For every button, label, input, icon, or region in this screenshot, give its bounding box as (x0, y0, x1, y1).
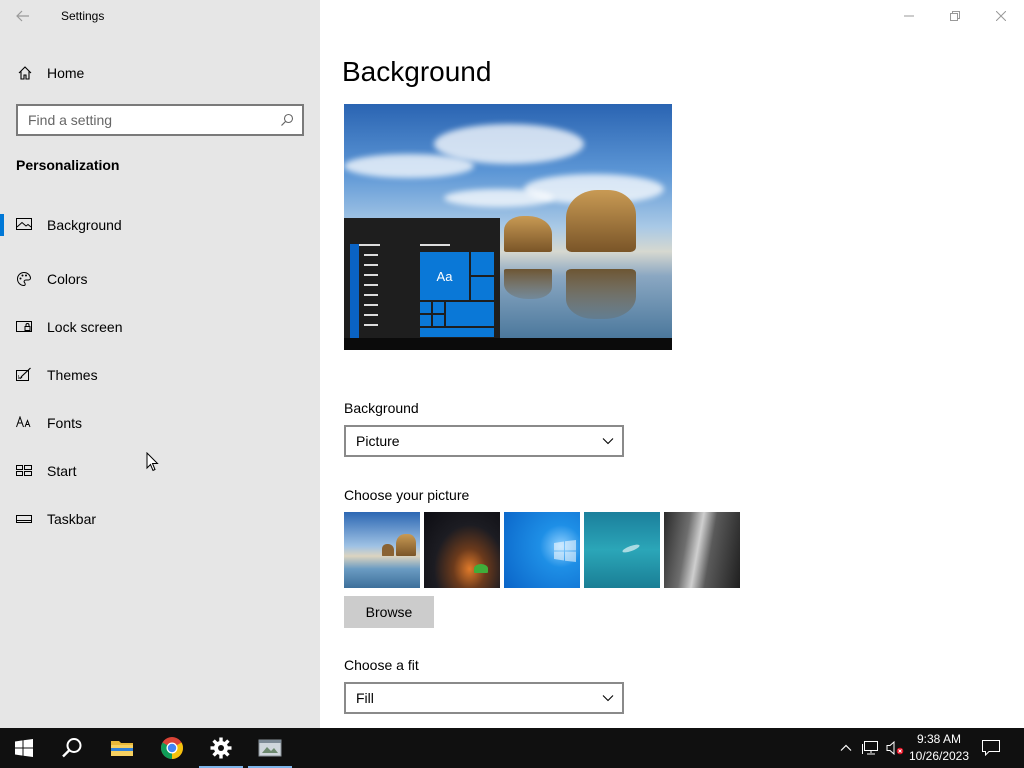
sidebar: Settings Home Personalization Background… (0, 0, 320, 728)
chevron-down-icon (602, 695, 614, 702)
network-button[interactable] (860, 728, 882, 768)
background-type-dropdown[interactable]: Picture (344, 425, 624, 457)
sidebar-item-label: Themes (47, 367, 98, 383)
taskbar-icon (0, 513, 47, 525)
minimize-icon (904, 15, 914, 17)
home-nav-item[interactable]: Home (0, 59, 320, 87)
back-button[interactable] (0, 0, 46, 32)
app-taskbar-button[interactable] (246, 728, 294, 768)
themes-icon (0, 367, 47, 383)
network-icon (862, 741, 878, 755)
clock[interactable]: 9:38 AM 10/26/2023 (900, 731, 978, 765)
palette-icon (0, 271, 47, 287)
picture-thumbnail[interactable] (344, 512, 420, 588)
home-icon (0, 65, 47, 81)
chevron-up-icon (840, 744, 852, 751)
chrome-icon (161, 737, 183, 759)
search-box[interactable] (16, 104, 304, 136)
fit-value: Fill (356, 690, 374, 706)
clock-date: 10/26/2023 (908, 749, 970, 763)
picture-thumbnail[interactable] (664, 512, 740, 588)
search-icon[interactable] (280, 113, 294, 127)
restore-icon (950, 11, 960, 21)
background-type-value: Picture (356, 433, 400, 449)
action-center-button[interactable] (978, 728, 1004, 768)
clock-time: 9:38 AM (916, 732, 962, 746)
choose-picture-label: Choose your picture (344, 487, 470, 503)
sidebar-item-label: Background (47, 217, 122, 233)
sidebar-item-start[interactable]: Start (0, 447, 320, 495)
back-arrow-icon (16, 10, 29, 22)
windows-logo-icon (15, 739, 33, 757)
personalization-nav: Background Colors Lock screen Themes Fon… (0, 207, 320, 543)
sidebar-item-label: Taskbar (47, 511, 97, 527)
sidebar-item-label: Colors (47, 271, 88, 287)
picture-thumbnails (344, 512, 740, 588)
choose-fit-label: Choose a fit (344, 657, 419, 673)
show-hidden-icons-button[interactable] (836, 728, 856, 768)
browse-button[interactable]: Browse (344, 596, 434, 628)
picture-icon (0, 217, 47, 231)
sidebar-item-label: Fonts (47, 415, 83, 431)
start-menu-icon (0, 464, 47, 478)
page-title: Background (342, 56, 492, 87)
sidebar-item-lock-screen[interactable]: Lock screen (0, 303, 320, 351)
file-explorer-icon (111, 741, 133, 756)
taskbar: 9:38 AM 10/26/2023 (0, 728, 1024, 768)
minimize-button[interactable] (886, 0, 932, 32)
search-input[interactable] (28, 112, 268, 128)
background-preview: Aa (344, 104, 672, 350)
picture-thumbnail[interactable] (584, 512, 660, 588)
fit-dropdown[interactable]: Fill (344, 682, 624, 714)
picture-thumbnail[interactable] (504, 512, 580, 588)
sidebar-item-themes[interactable]: Themes (0, 351, 320, 399)
section-title: Personalization (16, 157, 120, 173)
app-icon (258, 739, 282, 757)
start-menu-preview: Aa (344, 218, 500, 338)
start-button[interactable] (0, 728, 48, 768)
home-label: Home (47, 65, 85, 81)
sidebar-item-label: Start (47, 463, 77, 479)
title-bar: Settings (0, 0, 320, 32)
mouse-cursor-icon (146, 452, 159, 472)
settings-icon (210, 737, 232, 759)
sidebar-item-colors[interactable]: Colors (0, 255, 320, 303)
background-label: Background (344, 400, 419, 416)
sidebar-item-background[interactable]: Background (0, 207, 320, 255)
window-controls (886, 0, 1024, 32)
close-button[interactable] (978, 0, 1024, 32)
file-explorer-button[interactable] (98, 728, 146, 768)
preview-tile: Aa (419, 251, 470, 301)
chevron-down-icon (602, 438, 614, 445)
picture-thumbnail[interactable] (424, 512, 500, 588)
sidebar-item-taskbar[interactable]: Taskbar (0, 495, 320, 543)
app-title: Settings (61, 9, 105, 23)
fonts-icon (0, 416, 47, 430)
sidebar-item-fonts[interactable]: Fonts (0, 399, 320, 447)
notification-icon (982, 740, 1000, 756)
close-icon (996, 11, 1006, 21)
lock-screen-icon (0, 320, 47, 334)
restore-button[interactable] (932, 0, 978, 32)
chrome-button[interactable] (148, 728, 196, 768)
settings-taskbar-button[interactable] (197, 728, 245, 768)
taskbar-search-button[interactable] (48, 728, 96, 768)
sidebar-item-label: Lock screen (47, 319, 123, 335)
search-icon (62, 738, 82, 758)
